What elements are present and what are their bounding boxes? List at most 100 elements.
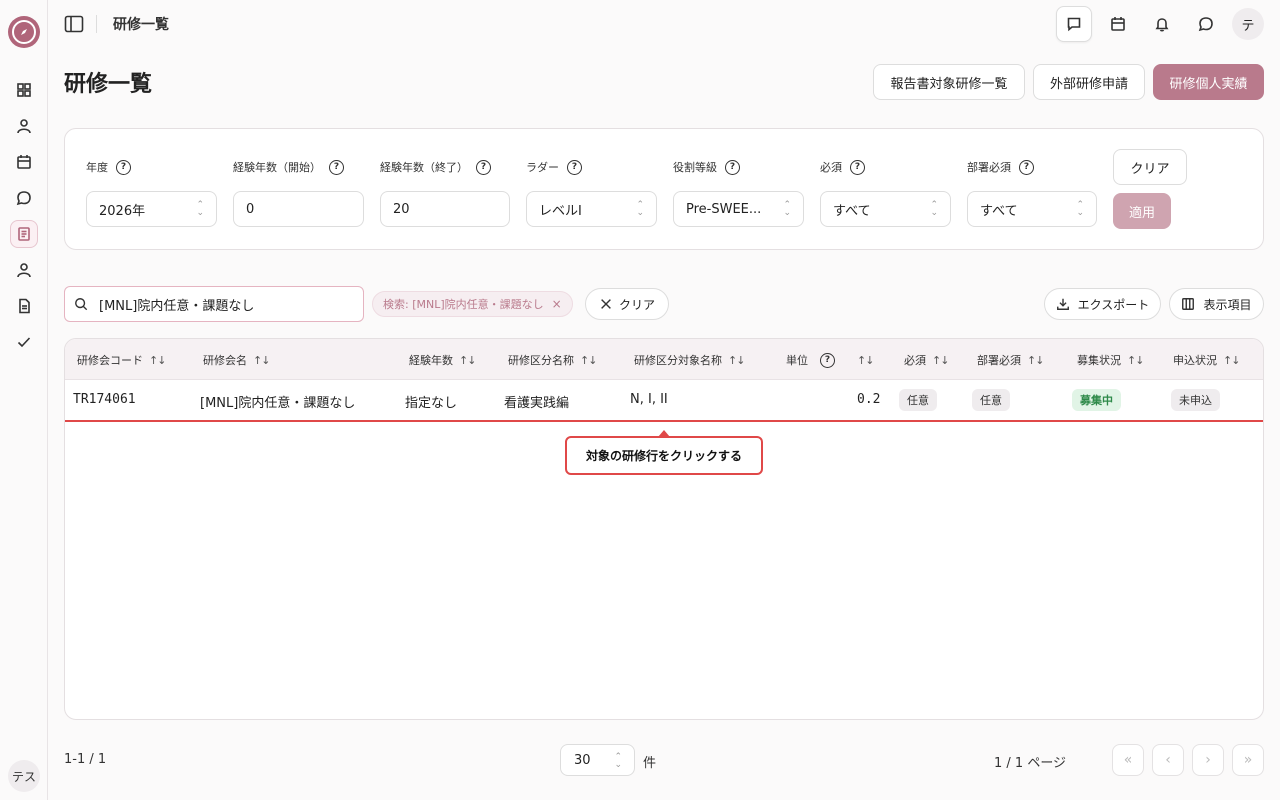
- per-page-unit: 件: [643, 756, 657, 771]
- chat-square-icon: [1067, 17, 1081, 32]
- chevron-updown-icon: ⌃ ⌄: [196, 200, 204, 218]
- cell-category: 看護実践編: [504, 396, 570, 411]
- export-button[interactable]: エクスポート: [1044, 288, 1161, 320]
- prev-page-icon[interactable]: ‹: [1152, 744, 1184, 776]
- user-icon[interactable]: [10, 112, 38, 140]
- search-clear-button[interactable]: クリア: [585, 288, 669, 320]
- role-grade-label: 役割等級?: [673, 159, 740, 175]
- profile-icon[interactable]: [10, 256, 38, 284]
- col-experience[interactable]: 経験年数 ↑↓: [409, 352, 476, 368]
- sort-icon: ↑↓: [857, 353, 874, 367]
- help-icon: ?: [820, 352, 835, 368]
- topbar-divider: [96, 15, 97, 33]
- sort-icon: ↑↓: [1223, 353, 1240, 367]
- filter-apply-button[interactable]: 適用: [1113, 193, 1171, 229]
- calendar-icon[interactable]: [10, 148, 38, 176]
- result-count: 1-1 / 1: [64, 752, 107, 767]
- role-grade-select[interactable]: Pre-SWEE... ⌃ ⌄: [673, 191, 804, 227]
- cell-units: 0.2: [857, 392, 881, 407]
- search-input[interactable]: [MNL]院内任意・課題なし: [64, 286, 364, 322]
- cell-experience: 指定なし: [405, 396, 458, 411]
- col-required[interactable]: 必須 ↑↓: [904, 352, 949, 368]
- col-code[interactable]: 研修会コード ↑↓: [77, 352, 166, 368]
- apply-status-badge: 未申込: [1171, 389, 1220, 411]
- col-category[interactable]: 研修区分名称 ↑↓: [508, 352, 597, 368]
- feedback-button[interactable]: [1056, 6, 1092, 42]
- help-icon[interactable]: ?: [329, 159, 344, 175]
- per-page-select[interactable]: 30 ⌃ ⌄: [560, 744, 635, 776]
- ladder-label: ラダー?: [526, 159, 582, 175]
- first-page-icon[interactable]: «: [1112, 744, 1144, 776]
- app-logo[interactable]: [8, 16, 40, 48]
- filter-panel: 年度? 2026年 ⌃ ⌄ 経験年数（開始）? 0 経験年数（終了）? 20 ラダー…: [64, 128, 1264, 250]
- next-page-icon[interactable]: ›: [1192, 744, 1224, 776]
- year-select[interactable]: 2026年 ⌃ ⌄: [86, 191, 217, 227]
- chip-label: 検索: [MNL]院内任意・課題なし: [383, 298, 544, 311]
- training-list-icon[interactable]: [10, 220, 38, 248]
- page-title: 研修一覧: [64, 72, 153, 97]
- help-icon[interactable]: ?: [1019, 159, 1034, 175]
- search-value: [MNL]院内任意・課題なし: [99, 298, 255, 314]
- document-icon[interactable]: [10, 292, 38, 320]
- check-icon[interactable]: [10, 328, 38, 356]
- page-info: 1 / 1 ページ: [994, 756, 1067, 771]
- help-icon[interactable]: ?: [476, 159, 491, 175]
- dept-required-label: 部署必須?: [967, 159, 1034, 175]
- search-icon: [75, 298, 88, 311]
- col-name[interactable]: 研修会名 ↑↓: [203, 352, 270, 368]
- external-apply-button[interactable]: 外部研修申請: [1033, 64, 1145, 100]
- cell-target: N, I, II: [630, 392, 668, 407]
- user-avatar[interactable]: テ: [1232, 8, 1264, 40]
- help-icon[interactable]: ?: [567, 159, 582, 175]
- required-label: 必須?: [820, 159, 865, 175]
- sidebar-toggle-icon[interactable]: [62, 12, 86, 36]
- exp-start-label: 経験年数（開始）?: [233, 159, 344, 175]
- filter-clear-button[interactable]: クリア: [1113, 149, 1187, 185]
- message-icon[interactable]: [10, 184, 38, 212]
- sort-icon: ↑↓: [1127, 353, 1144, 367]
- sort-icon: ↑↓: [253, 353, 270, 367]
- chevron-updown-icon: ⌃ ⌄: [614, 752, 622, 770]
- training-table: 研修会コード ↑↓ 研修会名 ↑↓ 経験年数 ↑↓ 研修区分名称 ↑↓ 研修区分対象名称…: [64, 338, 1264, 720]
- messages-button[interactable]: [1190, 8, 1222, 40]
- sort-icon: ↑↓: [459, 353, 476, 367]
- sort-icon: ↑↓: [580, 353, 597, 367]
- dept-required-badge: 任意: [972, 389, 1010, 411]
- topbar: 研修一覧 テ: [48, 0, 1280, 48]
- help-icon[interactable]: ?: [725, 159, 740, 175]
- col-apply-status[interactable]: 申込状況 ↑↓: [1173, 352, 1240, 368]
- chevron-updown-icon: ⌃ ⌄: [1076, 200, 1084, 218]
- col-recruit-status[interactable]: 募集状況 ↑↓: [1077, 352, 1144, 368]
- help-icon[interactable]: ?: [850, 159, 865, 175]
- chat-bubble-icon: [1198, 17, 1213, 32]
- sort-icon: ↑↓: [932, 353, 949, 367]
- required-badge: 任意: [899, 389, 937, 411]
- calendar-icon: [1111, 17, 1125, 31]
- col-dept-required[interactable]: 部署必須 ↑↓: [977, 352, 1044, 368]
- sort-icon: ↑↓: [149, 353, 166, 367]
- dept-required-select[interactable]: すべて ⌃ ⌄: [967, 191, 1097, 227]
- search-filter-chip: 検索: [MNL]院内任意・課題なし ×: [372, 291, 573, 317]
- required-select[interactable]: すべて ⌃ ⌄: [820, 191, 951, 227]
- ladder-select[interactable]: レベルI ⌃ ⌄: [526, 191, 657, 227]
- personal-record-button[interactable]: 研修個人実績: [1153, 64, 1264, 100]
- sidebar-avatar[interactable]: テス: [8, 760, 40, 792]
- columns-icon: [1182, 298, 1195, 310]
- exp-end-input[interactable]: 20: [380, 191, 510, 227]
- last-page-icon[interactable]: »: [1232, 744, 1264, 776]
- table-row[interactable]: TR174061 [MNL]院内任意・課題なし 指定なし 看護実践編 N, I,…: [65, 380, 1263, 422]
- exp-start-input[interactable]: 0: [233, 191, 364, 227]
- calendar-button[interactable]: [1102, 8, 1134, 40]
- close-icon[interactable]: ×: [552, 297, 562, 311]
- cell-code: TR174061: [73, 392, 136, 407]
- col-target[interactable]: 研修区分対象名称 ↑↓: [634, 352, 745, 368]
- col-units[interactable]: 単位? ↑↓: [786, 352, 874, 368]
- columns-button[interactable]: 表示項目: [1169, 288, 1264, 320]
- notification-button[interactable]: [1146, 8, 1178, 40]
- instruction-tooltip: 対象の研修行をクリックする: [565, 436, 763, 475]
- help-icon[interactable]: ?: [116, 159, 131, 175]
- report-list-button[interactable]: 報告書対象研修一覧: [873, 64, 1025, 100]
- breadcrumb: 研修一覧: [113, 17, 169, 33]
- sort-icon: ↑↓: [1027, 353, 1044, 367]
- dashboard-icon[interactable]: [10, 76, 38, 104]
